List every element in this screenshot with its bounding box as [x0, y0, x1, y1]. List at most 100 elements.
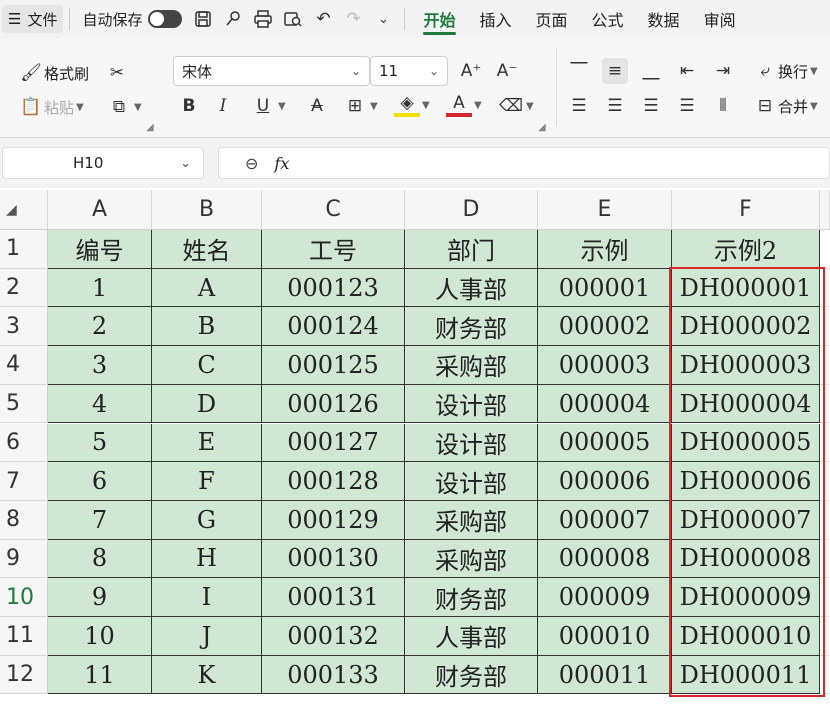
- table-cell[interactable]: DH000001: [672, 268, 820, 308]
- row-header-11[interactable]: 11: [0, 617, 48, 656]
- table-cell[interactable]: 7: [48, 500, 152, 540]
- file-menu-button[interactable]: ☰ 文件: [2, 5, 64, 33]
- strikethrough-button[interactable]: A: [304, 93, 330, 119]
- table-cell[interactable]: 采购部: [405, 346, 538, 385]
- table-cell[interactable]: C: [152, 346, 262, 385]
- formula-input[interactable]: ⊖ fx: [218, 147, 830, 179]
- table-cell[interactable]: 财务部: [405, 307, 538, 347]
- table-cell[interactable]: DH000011: [672, 655, 820, 695]
- table-cell[interactable]: 2: [48, 307, 152, 347]
- tab-formulas[interactable]: 公式: [580, 0, 636, 38]
- table-cell[interactable]: 000132: [262, 617, 405, 656]
- font-color-button[interactable]: A ▼: [446, 93, 482, 117]
- table-cell[interactable]: DH000005: [672, 423, 820, 463]
- autosave-control[interactable]: 自动保存: [76, 0, 188, 38]
- table-cell[interactable]: 000130: [262, 539, 405, 579]
- empty-cell[interactable]: [820, 268, 830, 308]
- row-header-12[interactable]: 12: [0, 655, 48, 695]
- table-cell[interactable]: 000128: [262, 462, 405, 501]
- fill-color-button[interactable]: ◈ ▼: [394, 93, 430, 117]
- redo-icon[interactable]: ↷: [338, 0, 368, 38]
- empty-cell[interactable]: [820, 655, 830, 695]
- column-header-g[interactable]: [820, 190, 830, 230]
- print-icon[interactable]: [248, 0, 278, 38]
- table-cell[interactable]: DH000006: [672, 462, 820, 501]
- table-cell[interactable]: G: [152, 500, 262, 540]
- increase-font-button[interactable]: A⁺: [458, 58, 484, 84]
- table-cell[interactable]: 5: [48, 423, 152, 463]
- table-cell[interactable]: 1: [48, 268, 152, 308]
- table-cell[interactable]: 采购部: [405, 500, 538, 540]
- table-cell[interactable]: 000124: [262, 307, 405, 347]
- font-size-select[interactable]: 11 ⌄: [370, 56, 448, 86]
- header-cell[interactable]: 示例2: [672, 230, 820, 269]
- select-all-corner[interactable]: ◢: [0, 190, 48, 230]
- table-cell[interactable]: 000008: [538, 539, 672, 579]
- table-cell[interactable]: E: [152, 423, 262, 463]
- row-header-2[interactable]: 2: [0, 268, 48, 308]
- table-cell[interactable]: 6: [48, 462, 152, 501]
- merge-button[interactable]: ⊟ 合并 ▼: [752, 93, 818, 119]
- table-cell[interactable]: 设计部: [405, 423, 538, 463]
- header-cell[interactable]: 姓名: [152, 230, 262, 269]
- empty-cell[interactable]: [820, 307, 830, 347]
- name-box[interactable]: H10 ⌄: [2, 147, 204, 179]
- table-cell[interactable]: 000007: [538, 500, 672, 540]
- table-cell[interactable]: 000133: [262, 655, 405, 695]
- table-cell[interactable]: 000123: [262, 268, 405, 308]
- table-cell[interactable]: H: [152, 539, 262, 579]
- table-cell[interactable]: 000005: [538, 423, 672, 463]
- row-header-3[interactable]: 3: [0, 307, 48, 347]
- row-header-4[interactable]: 4: [0, 346, 48, 385]
- row-header-10[interactable]: 10: [0, 578, 48, 617]
- table-cell[interactable]: 000006: [538, 462, 672, 501]
- column-header-f[interactable]: F: [672, 190, 820, 230]
- empty-cell[interactable]: [820, 230, 830, 269]
- fx-icon[interactable]: fx: [274, 154, 289, 173]
- align-left-button[interactable]: ☰: [566, 93, 592, 119]
- table-cell[interactable]: F: [152, 462, 262, 501]
- table-cell[interactable]: DH000002: [672, 307, 820, 347]
- tab-review[interactable]: 审阅: [692, 0, 748, 38]
- wrap-text-button[interactable]: ⤶ 换行 ▼: [752, 58, 817, 84]
- empty-cell[interactable]: [820, 462, 830, 501]
- header-cell[interactable]: 示例: [538, 230, 672, 269]
- empty-cell[interactable]: [820, 423, 830, 463]
- borders-button[interactable]: ⊞ ▼: [342, 93, 378, 119]
- decrease-font-button[interactable]: A⁻: [494, 58, 520, 84]
- align-top-button[interactable]: ⎺: [566, 58, 592, 84]
- table-cell[interactable]: I: [152, 578, 262, 617]
- underline-button[interactable]: U ▼: [250, 93, 286, 119]
- row-header-8[interactable]: 8: [0, 500, 48, 540]
- empty-cell[interactable]: [820, 578, 830, 617]
- table-cell[interactable]: 9: [48, 578, 152, 617]
- cut-button[interactable]: ✂: [104, 60, 130, 86]
- align-center-button[interactable]: ☰: [602, 93, 628, 119]
- header-cell[interactable]: 工号: [262, 230, 405, 269]
- table-cell[interactable]: DH000003: [672, 346, 820, 385]
- table-cell[interactable]: 3: [48, 346, 152, 385]
- empty-cell[interactable]: [820, 384, 830, 424]
- table-cell[interactable]: 人事部: [405, 617, 538, 656]
- table-cell[interactable]: DH000008: [672, 539, 820, 579]
- table-cell[interactable]: 人事部: [405, 268, 538, 308]
- italic-button[interactable]: I: [210, 93, 236, 119]
- table-cell[interactable]: 000127: [262, 423, 405, 463]
- clipboard-launcher-icon[interactable]: ◢: [146, 122, 154, 133]
- tab-data[interactable]: 数据: [636, 0, 692, 38]
- print-preview-icon[interactable]: [278, 0, 308, 38]
- row-header-1[interactable]: 1: [0, 230, 48, 269]
- table-cell[interactable]: 采购部: [405, 539, 538, 579]
- table-cell[interactable]: DH000007: [672, 500, 820, 540]
- more-chevron-down-icon[interactable]: ⌄: [368, 0, 398, 38]
- table-cell[interactable]: B: [152, 307, 262, 347]
- clear-format-button[interactable]: ⌫ ▼: [498, 93, 534, 119]
- align-right-button[interactable]: ☰: [638, 93, 664, 119]
- tab-home[interactable]: 开始: [411, 0, 467, 38]
- font-launcher-icon[interactable]: ◢: [538, 122, 546, 133]
- table-cell[interactable]: 000126: [262, 384, 405, 424]
- tab-insert[interactable]: 插入: [468, 0, 524, 38]
- format-painter-button[interactable]: 🖌 格式刷: [18, 60, 89, 86]
- table-cell[interactable]: DH000010: [672, 617, 820, 656]
- table-cell[interactable]: 财务部: [405, 578, 538, 617]
